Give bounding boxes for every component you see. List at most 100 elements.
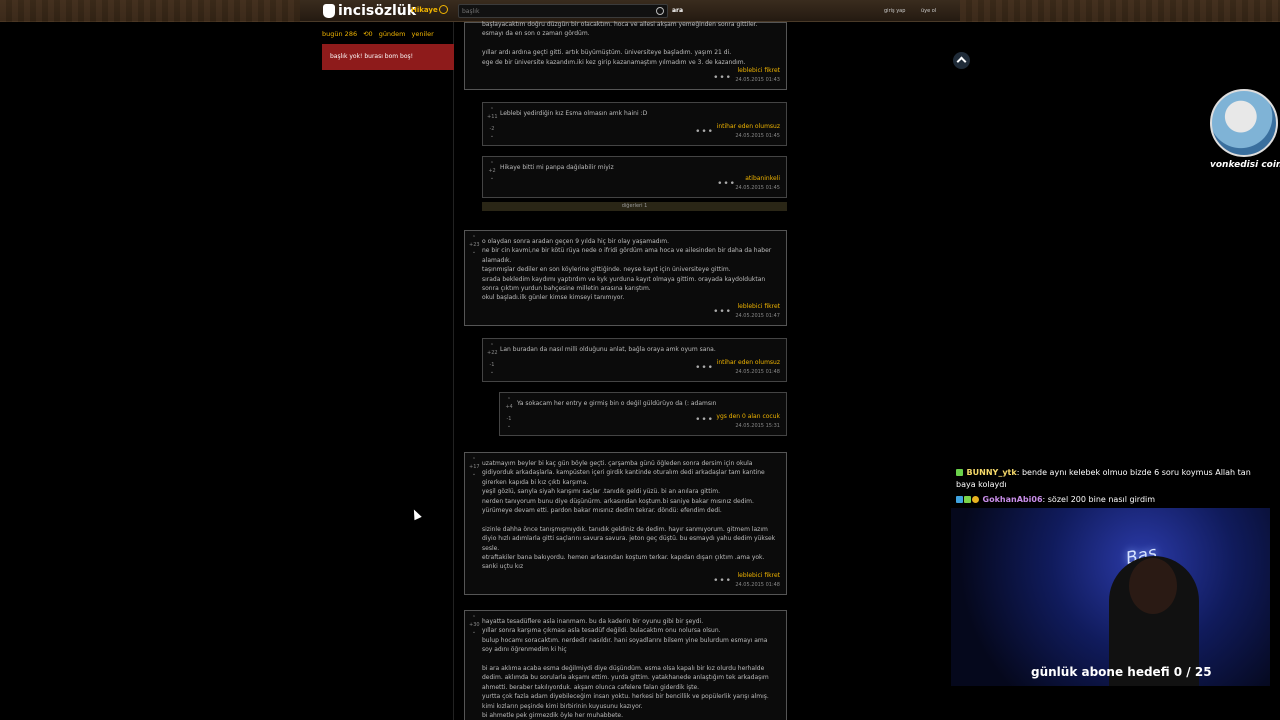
search-input[interactable] [462,6,652,16]
streamer-avatar [1210,89,1278,157]
upvote-icon[interactable]: ⌃ [487,161,497,168]
entry-date[interactable]: 24.05.2015 01:45 [717,133,780,139]
entry-text: Hikaye bitti mi panpa dağılabilir miyiz [500,164,614,171]
entry-author[interactable]: leblebici fikret [735,303,780,310]
downvote-icon[interactable]: ⌄ [469,249,479,256]
more-options-icon[interactable]: ••• [695,127,714,137]
downvote-count: -1 [506,416,512,422]
chat-text: sözel 200 bine nasıl girdim [1047,495,1156,504]
entry-card: ⌃ +23 ⌄ o olaydan sonra aradan geçen 9 y… [464,230,787,326]
more-options-icon[interactable]: ••• [695,363,714,373]
login-link[interactable]: giriş yap [884,8,905,14]
entry-card: ⌃ +30 ⌄ hayatta tesadüflere asla inanmam… [464,610,787,720]
downvote-icon[interactable]: ⌄ [504,423,514,430]
vote-box: ⌃ +4 -1 ⌄ [504,397,514,430]
subscriber-goal: günlük abone hedefi 0 / 25 [1031,665,1212,679]
empty-notice: başlık yok! burası bom boş! [322,44,454,70]
site-logo[interactable]: incisözlük [323,2,416,20]
entry-meta: leblebici fikret 24.05.2015 01:47 [735,303,780,319]
tab-agenda[interactable]: gündem [379,30,406,38]
upvote-count: +23 [469,242,480,248]
entry-text: Lan buradan da nasıl milli olduğunu anla… [500,346,716,353]
upvote-icon[interactable]: ⌃ [469,235,479,242]
streamer-head [1129,558,1177,614]
search-button[interactable]: ara [672,7,683,14]
entry-author[interactable]: ygs den 0 alan cocuk [716,413,780,420]
tab-today[interactable]: bugün 286 [322,30,357,38]
top-bar: incisözlük Hikaye ara giriş yap üye ol [0,0,1280,22]
upvote-count: +17 [469,464,480,470]
more-options-icon[interactable]: ••• [713,576,732,586]
scroll-to-top-button[interactable] [953,52,970,69]
entry-text: Leblebi yedirdiğin kız Esma olmasın amk … [500,110,648,117]
entry-author[interactable]: intihar eden olumsuz [717,359,780,366]
avatar-name: vonkedisi coin [1210,160,1280,170]
downvote-icon[interactable]: ⌄ [487,175,497,182]
entry-author[interactable]: leblebici fikret [735,67,780,74]
entry-text: başlayacaktım doğru düzgün bir olacaktım… [482,21,758,66]
entry-author[interactable]: intihar eden olumsuz [717,123,780,130]
downvote-icon[interactable]: ⌄ [469,471,479,478]
info-icon[interactable] [439,5,448,14]
reply-card: ⌃ +4 -1 ⌄ Ya sokacam her entry e girmiş … [499,392,787,436]
entry-card: başlayacaktım doğru düzgün bir olacaktım… [464,21,787,90]
coin-badge-icon [972,496,979,503]
more-options-icon[interactable]: ••• [717,179,736,189]
entry-date[interactable]: 24.05.2015 01:48 [717,369,780,375]
reply-card: ⌃ +2 ⌄ Hikaye bitti mi panpa dağılabilir… [482,156,787,198]
webcam-overlay: Bas [951,508,1270,686]
entry-meta: leblebici fikret 24.05.2015 01:48 [735,572,780,588]
vote-box: ⌃ +17 ⌄ [469,457,480,478]
header-decoration [960,0,1280,22]
entry-card: ⌃ +17 ⌄ uzatmayım beyler bi kaç gün böyl… [464,452,787,595]
star-badge-icon [964,496,971,503]
entry-text: o olaydan sonra aradan geçen 9 yılda hiç… [482,238,772,302]
refresh-count: 0 [368,30,373,38]
chat-username: BUNNY_ytk [966,468,1017,477]
more-options-icon[interactable]: ••• [695,415,714,425]
entry-date[interactable]: 24.05.2015 01:48 [735,582,780,588]
downvote-icon[interactable]: ⌄ [487,369,497,376]
entry-meta: intihar eden olumsuz 24.05.2015 01:48 [717,359,780,375]
header-decoration [0,0,300,22]
entry-meta: intihar eden olumsuz 24.05.2015 01:45 [717,123,780,139]
tab-new[interactable]: yeniler [412,30,434,38]
plus-badge-icon [956,469,963,476]
upvote-count: +2 [488,168,496,174]
more-options-icon[interactable]: ••• [713,73,732,83]
entry-meta: leblebici fikret 24.05.2015 01:43 [735,67,780,83]
entry-meta: atibaninkeli 24.05.2015 01:45 [735,175,780,191]
upvote-count: +11 [487,114,498,120]
show-others-button[interactable]: diğerleri 1 [482,202,787,211]
logo-text: incisözlük [338,3,417,19]
entry-date[interactable]: 24.05.2015 01:45 [735,185,780,191]
upvote-icon[interactable]: ⌃ [504,397,514,404]
register-link[interactable]: üye ol [921,8,936,14]
entry-author[interactable]: leblebici fikret [735,572,780,579]
entry-date[interactable]: 24.05.2015 15:31 [716,423,780,429]
vote-box: ⌃ +22 -1 ⌄ [487,343,498,376]
downvote-icon[interactable]: ⌄ [469,629,479,636]
downvote-icon[interactable]: ⌄ [487,133,497,140]
sidebar-tabs: bugün 286 ⟲0 gündem yeniler [322,30,434,38]
entry-date[interactable]: 24.05.2015 01:43 [735,77,780,83]
upvote-icon[interactable]: ⌃ [469,457,479,464]
tab-refresh[interactable]: ⟲0 [363,30,373,38]
entry-text: uzatmayım beyler bi kaç gün böyle geçti.… [482,460,776,571]
chat-message: GokhanAbi06: sözel 200 bine nasıl girdim [956,494,1256,506]
downvote-count: -2 [489,126,495,132]
category-link[interactable]: Hikaye [411,6,438,14]
upvote-icon[interactable]: ⌃ [487,343,497,350]
reply-card: ⌃ +22 -1 ⌄ Lan buradan da nasıl milli ol… [482,338,787,382]
entry-text: Ya sokacam her entry e girmiş bin o deği… [517,400,717,407]
more-options-icon[interactable]: ••• [713,307,732,317]
entry-date[interactable]: 24.05.2015 01:47 [735,313,780,319]
upvote-icon[interactable]: ⌃ [487,107,497,114]
reply-card: ⌃ +11 -2 ⌄ Leblebi yedirdiğin kız Esma o… [482,102,787,146]
diamond-badge-icon [956,496,963,503]
entry-author[interactable]: atibaninkeli [735,175,780,182]
entry-text: hayatta tesadüflere asla inanmam. bu da … [482,618,769,720]
upvote-icon[interactable]: ⌃ [469,615,479,622]
upvote-count: +30 [469,622,480,628]
search-icon[interactable] [656,7,664,15]
